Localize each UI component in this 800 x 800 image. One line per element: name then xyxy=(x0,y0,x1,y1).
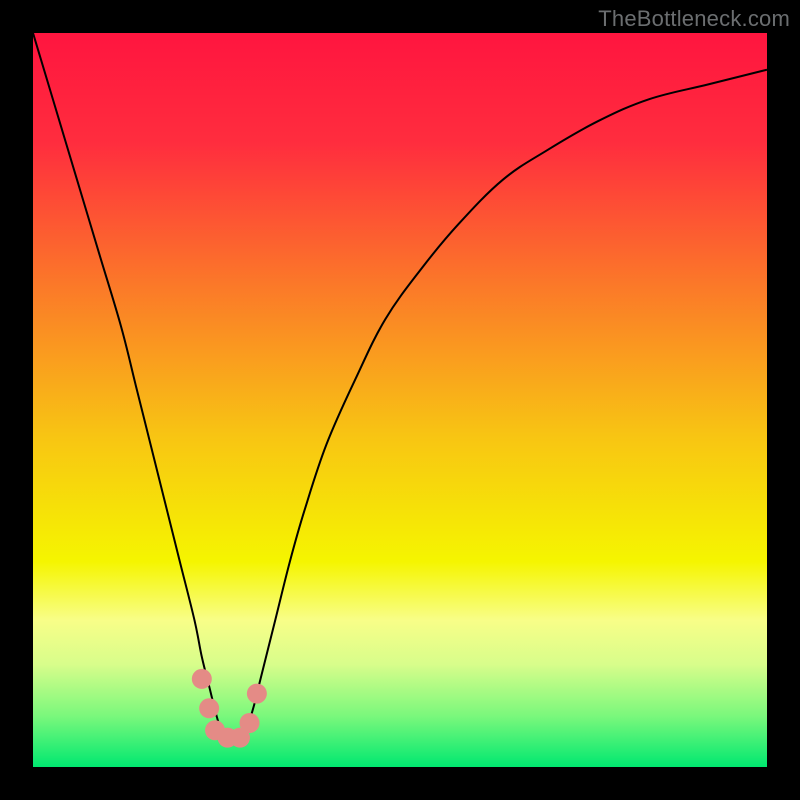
highlight-dot xyxy=(247,684,267,704)
highlight-dot xyxy=(192,669,212,689)
highlight-dot xyxy=(240,713,260,733)
highlight-dot xyxy=(199,698,219,718)
gradient-background xyxy=(33,33,767,767)
plot-area xyxy=(33,33,767,767)
chart-frame: TheBottleneck.com xyxy=(0,0,800,800)
watermark-text: TheBottleneck.com xyxy=(598,6,790,32)
chart-svg xyxy=(33,33,767,767)
